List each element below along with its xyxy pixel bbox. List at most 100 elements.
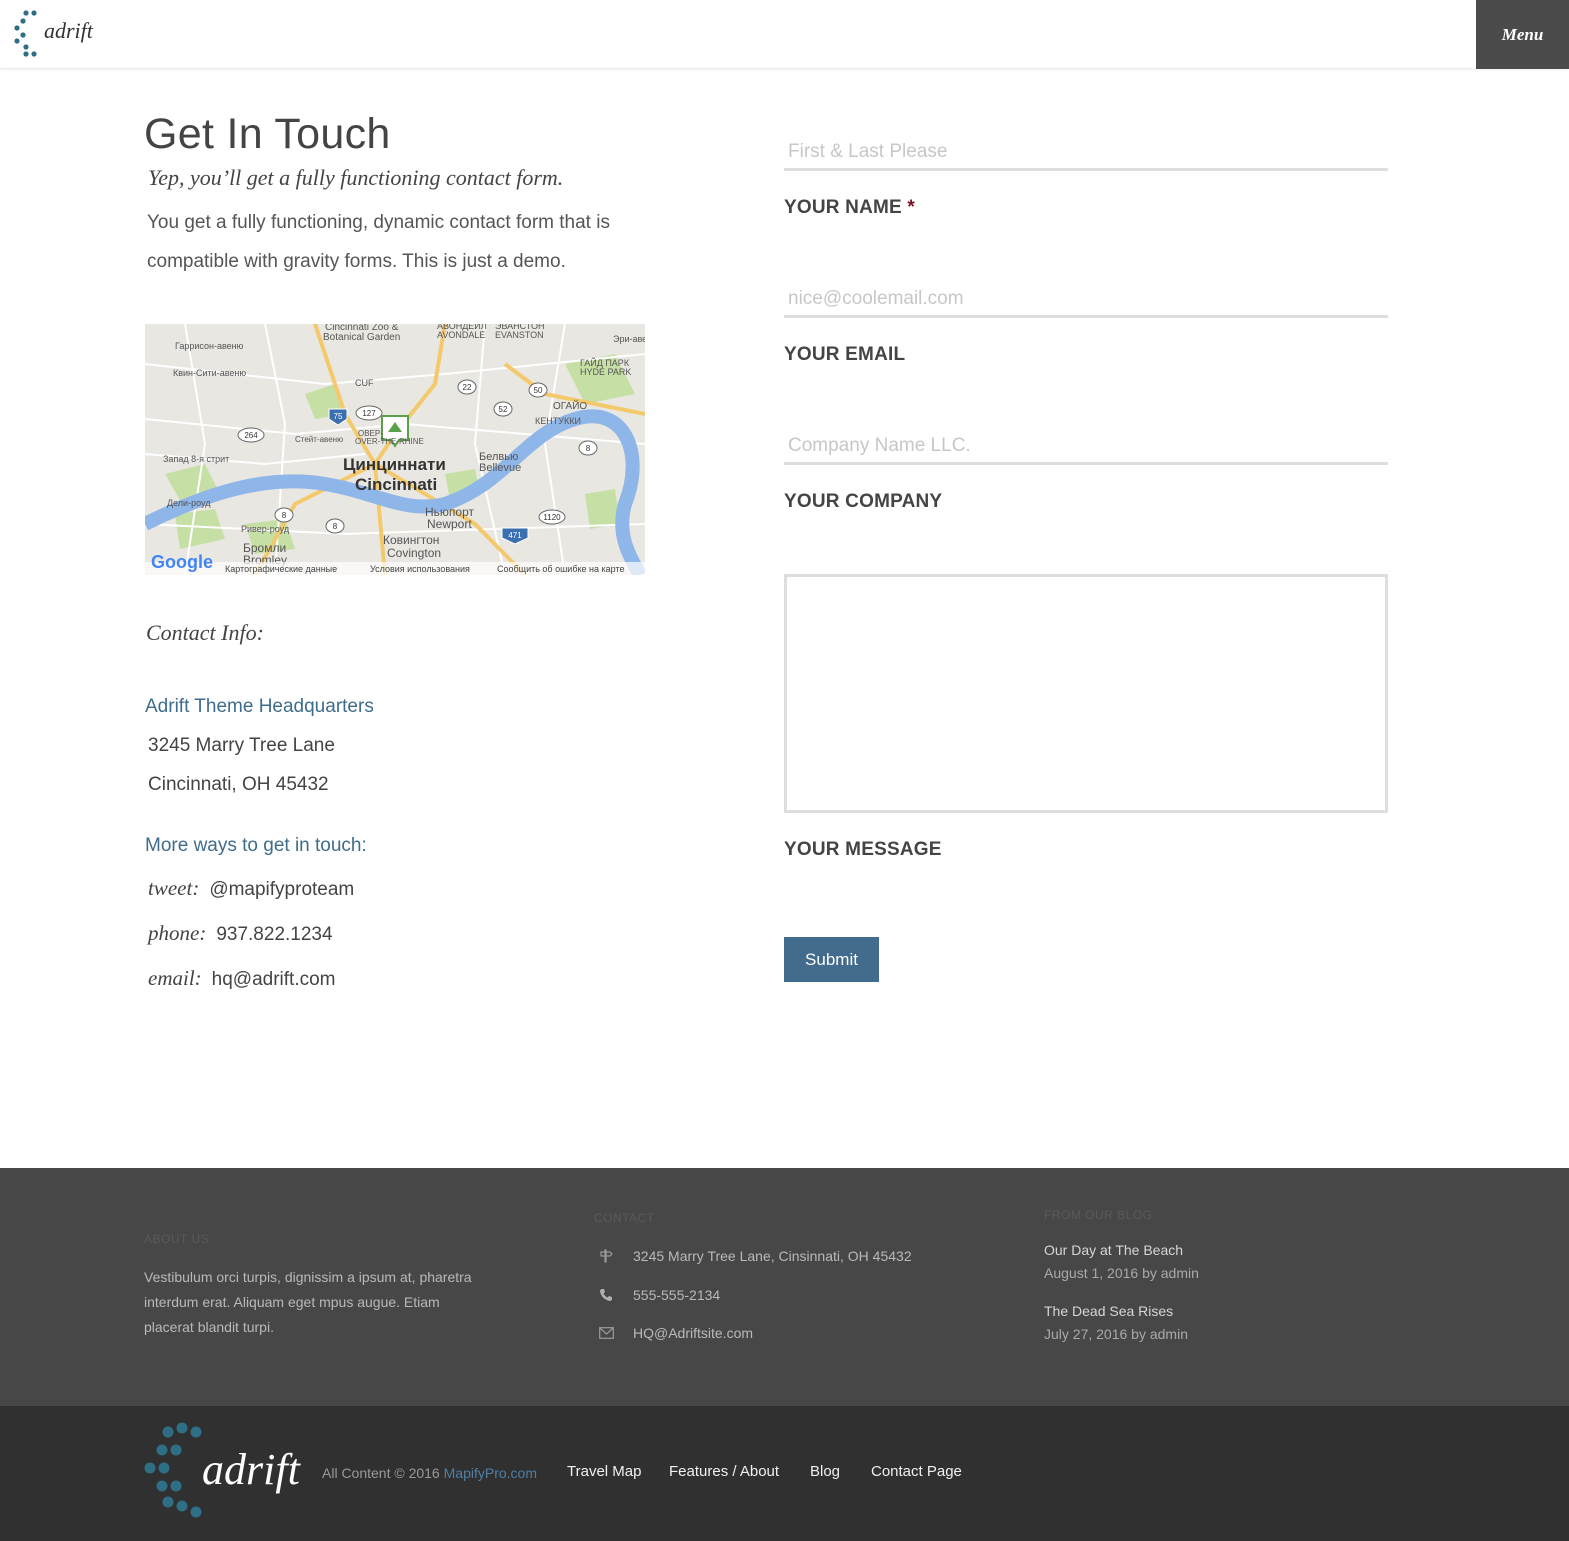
route-shield: 8 xyxy=(325,518,345,534)
map-label: Cincinnati xyxy=(355,475,437,494)
email-field-wrap xyxy=(784,277,1388,318)
address-line-2: Cincinnati, OH 45432 xyxy=(148,774,329,795)
route-shield: 1120 xyxy=(538,509,566,525)
more-ways-heading: More ways to get in touch: xyxy=(145,835,367,856)
footer-logo[interactable]: adrift xyxy=(140,1422,310,1522)
blog-post-meta: August 1, 2016 by admin xyxy=(1044,1265,1199,1281)
submit-button[interactable]: Submit xyxy=(784,937,879,982)
site-header: adrift Menu xyxy=(0,0,1569,69)
map-attribution-terms[interactable]: Условия использования xyxy=(370,564,470,574)
route-shield-number: 8 xyxy=(586,444,591,453)
footer-nav-contact-page[interactable]: Contact Page xyxy=(871,1463,962,1480)
logo-dots-icon xyxy=(14,10,37,57)
footer-phone-row: 555-555-2134 xyxy=(596,1284,720,1306)
map-label: HYDE PARK xyxy=(580,367,631,377)
route-shield-number: 1120 xyxy=(543,513,561,522)
blog-post-title[interactable]: Our Day at The Beach xyxy=(1044,1242,1183,1258)
map-label: Ривер-роуд xyxy=(241,524,290,534)
map-attribution-report[interactable]: Сообщить об ошибке на карте xyxy=(497,564,624,574)
route-shield: 127 xyxy=(355,405,383,421)
footer-nav-blog[interactable]: Blog xyxy=(810,1463,840,1480)
map-label: Covington xyxy=(387,546,441,560)
tweet-value: @mapifyproteam xyxy=(209,879,355,900)
map-label: Квин-Сити-авеню xyxy=(173,368,246,378)
location-map[interactable]: 75 127 22 50 52 264 8 8 8 1120 471 Cincinnati Zoo … xyxy=(145,324,645,575)
footer-phone: 555-555-2134 xyxy=(633,1287,721,1303)
route-shield: 8 xyxy=(274,507,294,523)
map-attribution-data[interactable]: Картографические данные xyxy=(225,564,337,574)
route-shield: 50 xyxy=(528,382,548,398)
contact-info-heading: Contact Info: xyxy=(146,620,264,645)
name-label: YOUR NAME * xyxy=(784,197,915,219)
tweet-label: tweet: xyxy=(148,876,200,900)
map-label: EVANSTON xyxy=(495,330,544,340)
message-textarea[interactable] xyxy=(784,574,1388,813)
route-shield: 264 xyxy=(237,427,265,443)
page-subtitle: Yep, you’ll get a fully functioning cont… xyxy=(148,165,564,190)
brand-name: adrift xyxy=(44,18,93,43)
map-label: Дели-роуд xyxy=(167,498,211,508)
map-label: Newport xyxy=(427,517,472,531)
email-row: email: hq@adrift.com xyxy=(148,966,336,991)
route-shield-number: 8 xyxy=(333,522,338,531)
route-shield-number: 50 xyxy=(534,386,543,395)
phone-label: phone: xyxy=(148,921,207,945)
map-label: Стейт-авеню xyxy=(295,435,343,444)
map-label: CUF xyxy=(355,378,374,388)
map-label: КЕНТУККИ xyxy=(535,416,581,426)
site-logo[interactable]: adrift xyxy=(12,9,112,59)
copyright: All Content © 2016 MapifyPro.com xyxy=(322,1465,537,1481)
footer-brand-name: adrift xyxy=(202,1445,300,1494)
footer-widgets: ABOUT US Vestibulum orci turpis, digniss… xyxy=(0,1168,1569,1406)
footer-email-row: HQ@Adriftsite.com xyxy=(596,1322,753,1344)
route-shield: 8 xyxy=(578,440,598,456)
route-shield: 52 xyxy=(493,401,513,417)
page-title: Get In Touch xyxy=(144,110,391,158)
footer-nav-features-about[interactable]: Features / About xyxy=(669,1463,779,1480)
logo-dots-icon xyxy=(144,1422,202,1518)
email-label-field: YOUR EMAIL xyxy=(784,344,906,365)
about-text: Vestibulum orci turpis, dignissim a ipsu… xyxy=(144,1269,472,1335)
menu-button[interactable]: Menu xyxy=(1476,0,1569,69)
hq-name: Adrift Theme Headquarters xyxy=(145,696,374,717)
footer-nav-travel-map[interactable]: Travel Map xyxy=(567,1463,641,1480)
blog-post-title[interactable]: The Dead Sea Rises xyxy=(1044,1303,1173,1319)
map-label: OVER-THE-RHINE xyxy=(355,437,424,446)
message-label: YOUR MESSAGE xyxy=(784,839,942,860)
footer-address: 3245 Marry Tree Lane, Cinsinnati, OH 454… xyxy=(633,1248,912,1264)
required-mark: * xyxy=(907,197,916,218)
route-shield-number: 8 xyxy=(282,511,287,520)
about-heading: ABOUT US xyxy=(144,1232,210,1246)
name-field-wrap xyxy=(784,130,1388,171)
map-label: ОГАЙО xyxy=(553,399,587,412)
route-shield-number: 264 xyxy=(244,431,258,440)
map-label: Цинциннати xyxy=(343,455,446,474)
company-input[interactable] xyxy=(784,424,1388,465)
envelope-icon xyxy=(596,1325,616,1341)
footer-contact-heading: CONTACT xyxy=(594,1211,655,1225)
blog-post-meta: July 27, 2016 by admin xyxy=(1044,1326,1188,1342)
map-label: Гаррисон-авеню xyxy=(175,341,244,351)
copyright-text: All Content © 2016 xyxy=(322,1465,444,1481)
footer-email[interactable]: HQ@Adriftsite.com xyxy=(633,1325,753,1341)
google-logo: Google xyxy=(151,552,213,572)
email-input[interactable] xyxy=(784,277,1388,318)
copyright-link[interactable]: MapifyPro.com xyxy=(444,1465,537,1481)
email-label: email: xyxy=(148,966,202,990)
map-label: AVONDALE xyxy=(437,330,485,340)
route-shield-number: 127 xyxy=(362,409,376,418)
name-input[interactable] xyxy=(784,130,1388,171)
route-shield: 22 xyxy=(457,379,477,395)
map-label: Botanical Garden xyxy=(323,332,400,343)
email-value: hq@adrift.com xyxy=(211,969,336,990)
phone-row: phone: 937.822.1234 xyxy=(148,921,333,946)
footer-bottom: adrift All Content © 2016 MapifyPro.com … xyxy=(0,1406,1569,1541)
map-label: Ковингтон xyxy=(383,533,439,547)
footer-address-row: 3245 Marry Tree Lane, Cinsinnati, OH 454… xyxy=(596,1245,912,1267)
intro-text: You get a fully functioning, dynamic con… xyxy=(147,212,610,272)
route-shield-number: 52 xyxy=(499,405,508,414)
blog-heading: FROM OUR BLOG xyxy=(1044,1208,1153,1222)
company-label: YOUR COMPANY xyxy=(784,491,943,512)
company-field-wrap xyxy=(784,424,1388,465)
map-canvas[interactable]: 75 12722 50522648881120471 Cincinnati Zoo … xyxy=(145,324,645,575)
